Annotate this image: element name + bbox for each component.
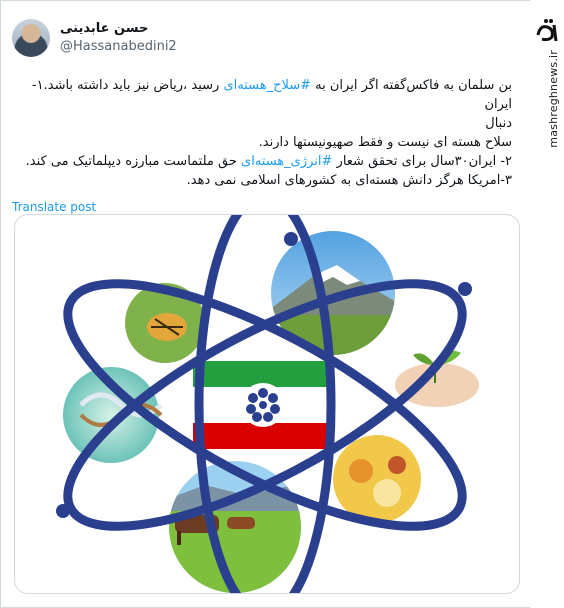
hashtag-link[interactable]: #سلاح_هسته‌ای [223,78,311,93]
tweet-line-3: سلاح هسته ای نیست و فقط صهیونیستها دارند… [258,135,512,150]
mashregh-logo [534,14,560,46]
avatar[interactable] [12,19,50,57]
tweet-line-4: ۲- ایران۳۰سال برای تحقق شعار #انرژی_هسته… [25,154,512,169]
tweet-header: حسن عابدینی @Hassanabedini2 [12,18,528,58]
hashtag-link[interactable]: #انرژی_هسته‌ای [241,154,332,169]
tweet: حسن عابدینی @Hassanabedini2 بن سلمان به … [12,18,528,215]
display-name[interactable]: حسن عابدینی [60,20,177,38]
tweet-image[interactable] [14,214,520,594]
translate-post-link[interactable]: Translate post [12,200,96,214]
watermark-strip: mashreghnews.ir [530,0,564,608]
tweet-line-5: ۳-امریکا هرگز دانش هسته‌ای به کشورهای اس… [186,173,512,188]
iran-flag [193,361,333,449]
tweet-line-1: بن سلمان به فاکس‌گفته اگر ایران به #سلاح… [31,78,512,112]
tweet-line-2: دنبال [485,116,512,131]
watermark-site: mashreghnews.ir [547,50,560,148]
food-image [333,435,421,523]
handle[interactable]: @Hassanabedini2 [60,38,177,56]
tweet-text: بن سلمان به فاکس‌گفته اگر ایران به #سلاح… [12,76,512,190]
nuclear-logo [241,383,285,427]
author-names: حسن عابدینی @Hassanabedini2 [60,20,177,56]
atom-emblem-image [56,215,479,593]
